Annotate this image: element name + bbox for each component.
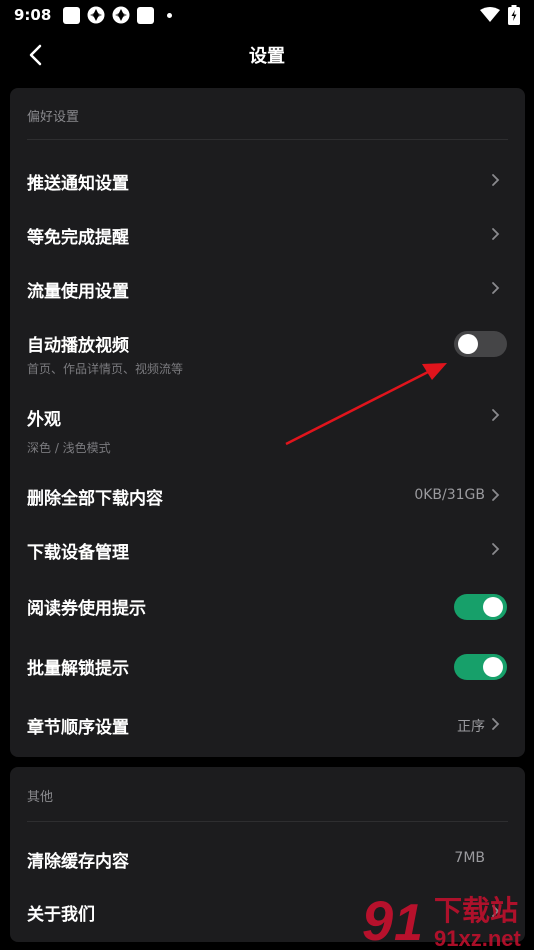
row-ticket-usage-tip: 阅读券使用提示	[10, 578, 525, 636]
row-label: 阅读券使用提示	[27, 599, 146, 619]
chevron-right-icon	[492, 489, 500, 501]
svg-text:9: 9	[362, 889, 393, 950]
row-chapter-order-settings[interactable]: 章节顺序设置 正序	[10, 698, 525, 754]
svg-text:91xz.net: 91xz.net	[434, 926, 521, 950]
row-autoplay-video: 自动播放视频 首页、作品详情页、视频流等	[10, 316, 525, 382]
autoplay-toggle[interactable]	[454, 331, 507, 357]
row-clear-cache[interactable]: 清除缓存内容 7MB	[10, 831, 525, 885]
chevron-right-icon	[492, 718, 500, 730]
chevron-right-icon	[492, 409, 500, 421]
svg-text:下载站: 下载站	[434, 894, 518, 927]
storage-value: 0KB/31GB	[414, 487, 485, 503]
svg-text:1: 1	[394, 894, 423, 950]
notification-pinwheel-icon-2	[112, 6, 130, 24]
row-appearance[interactable]: 外观 深色 / 浅色模式	[10, 388, 525, 458]
toggle-knob	[458, 334, 478, 354]
app-header: 设置	[0, 30, 534, 80]
row-sublabel: 首页、作品详情页、视频流等	[27, 362, 184, 376]
chapter-order-value: 正序	[457, 719, 485, 735]
row-label: 外观	[27, 410, 61, 430]
row-sublabel: 深色 / 浅色模式	[27, 441, 111, 455]
divider	[27, 139, 508, 140]
row-label: 流量使用设置	[27, 282, 129, 302]
back-button[interactable]	[20, 40, 50, 70]
row-label: 批量解锁提示	[27, 659, 129, 679]
row-push-notification-settings[interactable]: 推送通知设置	[10, 150, 525, 208]
section-title-preferences: 偏好设置	[27, 110, 80, 125]
row-label: 关于我们	[27, 905, 95, 925]
row-label: 删除全部下载内容	[27, 489, 163, 509]
notification-app-icon	[63, 6, 81, 24]
batch-unlock-toggle[interactable]	[454, 654, 507, 680]
section-title-other: 其他	[27, 790, 54, 805]
row-batch-unlock-tip: 批量解锁提示	[10, 638, 525, 696]
row-label: 等免完成提醒	[27, 228, 129, 248]
chevron-left-icon	[29, 44, 42, 66]
status-time: 9:08	[14, 6, 52, 24]
ticket-tip-toggle[interactable]	[454, 594, 507, 620]
row-free-completion-reminder[interactable]: 等免完成提醒	[10, 208, 525, 262]
chevron-right-icon	[492, 228, 500, 240]
row-download-device-management[interactable]: 下载设备管理	[10, 522, 525, 576]
chevron-right-icon	[492, 282, 500, 294]
row-label: 章节顺序设置	[27, 718, 129, 738]
preferences-card: 偏好设置 推送通知设置 等免完成提醒 流量使用设置 自动播放视频 首页、作品详情…	[10, 88, 525, 757]
battery-icon	[508, 5, 520, 25]
watermark-logo: 9 1 下载站 91xz.net	[362, 889, 521, 950]
wifi-icon	[480, 7, 500, 22]
page-title: 设置	[249, 46, 285, 67]
toggle-knob	[483, 657, 503, 677]
chevron-right-icon	[492, 174, 500, 186]
cache-size-value: 7MB	[454, 850, 485, 866]
site-watermark: 9 1 下载站 91xz.net	[360, 884, 534, 950]
toggle-knob	[483, 597, 503, 617]
row-delete-all-downloads[interactable]: 删除全部下载内容 0KB/31GB	[10, 468, 525, 522]
chevron-right-icon	[492, 543, 500, 555]
notification-app-icon-2	[137, 6, 155, 24]
row-data-usage-settings[interactable]: 流量使用设置	[10, 262, 525, 316]
row-label: 下载设备管理	[27, 543, 129, 563]
row-label: 推送通知设置	[27, 174, 129, 194]
status-bar: 9:08	[0, 0, 534, 30]
more-notifications-dot	[167, 12, 173, 18]
row-label: 清除缓存内容	[27, 852, 129, 872]
notification-pinwheel-icon	[87, 6, 105, 24]
divider	[27, 821, 508, 822]
row-label: 自动播放视频	[27, 336, 129, 356]
